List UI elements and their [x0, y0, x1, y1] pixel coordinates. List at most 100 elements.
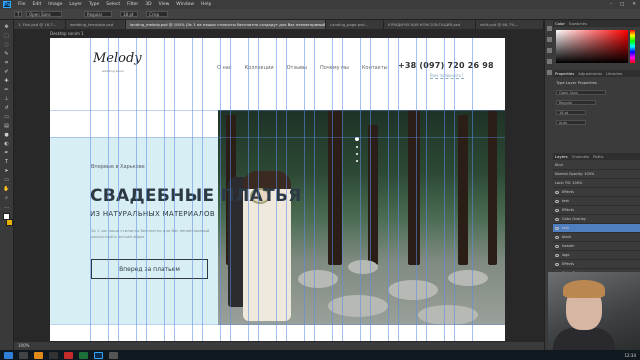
more-tools-icon[interactable]: …: [3, 204, 10, 210]
tab-document-2[interactable]: wedding_template.psd: [66, 20, 126, 29]
close-button[interactable]: ✕: [632, 2, 636, 7]
blur-tool-icon[interactable]: ●: [3, 132, 10, 138]
menu-window[interactable]: Window: [176, 2, 194, 7]
info-panel-icon[interactable]: [546, 70, 552, 75]
tab-swatches[interactable]: Swatches: [569, 20, 587, 27]
visibility-eye-icon[interactable]: [555, 199, 559, 203]
character-panel-icon[interactable]: [546, 37, 552, 42]
taskbar-app-icon[interactable]: [34, 351, 43, 359]
tab-document-6[interactable]: shift.psd @ 66,7%...: [476, 20, 544, 29]
history-brush-icon[interactable]: ↺: [3, 105, 10, 111]
menu-view[interactable]: View: [159, 2, 170, 7]
menu-filter[interactable]: Filter: [127, 2, 138, 7]
dodge-tool-icon[interactable]: ◐: [3, 141, 10, 147]
shape-tool-icon[interactable]: ▭: [3, 177, 10, 183]
tab-channels[interactable]: Channels: [572, 153, 590, 160]
color-picker-field[interactable]: [556, 30, 628, 63]
prop-font-family[interactable]: Open Sans: [556, 90, 606, 95]
quick-select-tool-icon[interactable]: ✎: [3, 51, 10, 57]
menu-select[interactable]: Select: [106, 2, 120, 7]
layer-row-selected[interactable]: text: [553, 224, 640, 233]
visibility-eye-icon[interactable]: [555, 244, 559, 248]
crop-tool-icon[interactable]: ⌗: [3, 60, 10, 66]
font-size-select[interactable]: 18 pt: [120, 11, 138, 17]
background-color-swatch[interactable]: [5, 219, 13, 226]
taskbar-app-icon[interactable]: [109, 351, 118, 359]
layer-filter-row[interactable]: Kind: [553, 161, 640, 170]
brush-panel-icon[interactable]: [546, 59, 552, 64]
hue-slider[interactable]: [630, 30, 635, 63]
artboard-label[interactable]: Desktop sonim 1: [50, 31, 84, 36]
stamp-tool-icon[interactable]: ⊥: [3, 96, 10, 102]
tab-libraries[interactable]: Libraries: [606, 70, 622, 77]
layer-blend-row[interactable]: Normal Opacity: 100%: [553, 170, 640, 179]
taskbar-app-icon[interactable]: [19, 351, 28, 359]
layer-row[interactable]: Effects: [553, 260, 640, 269]
slider-dot[interactable]: [356, 160, 358, 162]
tab-properties[interactable]: Properties: [555, 70, 574, 77]
minimize-button[interactable]: –: [610, 2, 612, 7]
type-tool-icon[interactable]: T: [3, 159, 10, 165]
tab-paths[interactable]: Paths: [593, 153, 603, 160]
tab-layers[interactable]: Layers: [555, 153, 568, 160]
history-panel-icon[interactable]: [546, 26, 552, 31]
prop-font-style[interactable]: Regular: [556, 100, 596, 105]
taskbar-app-icon[interactable]: [64, 351, 73, 359]
start-menu-icon[interactable]: [4, 351, 13, 359]
anti-alias-select[interactable]: Crisp: [146, 11, 168, 17]
visibility-eye-icon[interactable]: [555, 208, 559, 212]
gradient-tool-icon[interactable]: ▤: [3, 123, 10, 129]
visibility-eye-icon[interactable]: [555, 226, 559, 230]
maximize-button[interactable]: □: [620, 2, 624, 7]
taskbar-app-icon[interactable]: [79, 351, 88, 359]
nav-item-contacts[interactable]: Контакты: [362, 65, 388, 71]
prop-leading[interactable]: Auto: [556, 120, 586, 125]
zoom-level[interactable]: 100%: [18, 343, 29, 348]
tab-document-5[interactable]: ЮРИДИЧЕСКАЯ КОНСУЛЬТАЦИЯ.psd: [384, 20, 476, 29]
paragraph-panel-icon[interactable]: [546, 48, 552, 53]
tab-adjustments[interactable]: Adjustments: [578, 70, 602, 77]
tab-document-4[interactable]: Landing_page.psd...: [326, 20, 384, 29]
visibility-eye-icon[interactable]: [555, 253, 559, 257]
layer-row[interactable]: Effects: [553, 188, 640, 197]
path-select-icon[interactable]: ➤: [3, 168, 10, 174]
brush-tool-icon[interactable]: ✏: [3, 87, 10, 93]
menu-layer[interactable]: Layer: [69, 2, 82, 7]
marquee-tool-icon[interactable]: ⬚: [3, 33, 10, 39]
tab-color[interactable]: Color: [555, 20, 565, 27]
artboard[interactable]: Melody wedding salon О нас Коллекции Отз…: [50, 38, 505, 341]
callback-link[interactable]: Вам позвонить?: [430, 73, 464, 79]
type-tool-icon[interactable]: T: [14, 11, 22, 17]
taskbar-photoshop-icon[interactable]: [94, 351, 103, 359]
layer-row[interactable]: Effects: [553, 206, 640, 215]
zoom-tool-icon[interactable]: ⌕: [3, 195, 10, 201]
layer-row[interactable]: logo: [553, 251, 640, 260]
menu-help[interactable]: Help: [201, 2, 211, 7]
visibility-eye-icon[interactable]: [555, 262, 559, 266]
pen-tool-icon[interactable]: ✒: [3, 150, 10, 156]
visibility-eye-icon[interactable]: [555, 217, 559, 221]
menu-type[interactable]: Type: [89, 2, 99, 7]
prop-font-size[interactable]: 18 pt: [556, 110, 586, 115]
layer-row[interactable]: block: [553, 233, 640, 242]
menu-image[interactable]: Image: [48, 2, 62, 7]
menu-edit[interactable]: Edit: [33, 2, 42, 7]
move-tool-icon[interactable]: ✥: [3, 24, 10, 30]
slider-dot[interactable]: [356, 146, 358, 148]
layer-row[interactable]: text: [553, 197, 640, 206]
layer-row[interactable]: header: [553, 242, 640, 251]
tab-document-1[interactable]: 1. Fish.psd @ 16,7...: [14, 20, 66, 29]
layer-row[interactable]: Color Overlay: [553, 215, 640, 224]
healing-tool-icon[interactable]: ✚: [3, 78, 10, 84]
menu-3d[interactable]: 3D: [145, 2, 151, 7]
slider-dot[interactable]: [356, 153, 358, 155]
menu-file[interactable]: File: [18, 2, 26, 7]
lasso-tool-icon[interactable]: ◌: [3, 42, 10, 48]
hand-tool-icon[interactable]: ✋: [3, 186, 10, 192]
font-family-select[interactable]: Open Sans: [26, 11, 62, 17]
eyedropper-tool-icon[interactable]: ✐: [3, 69, 10, 75]
nav-item-why-us[interactable]: Почему мы: [320, 65, 349, 71]
visibility-eye-icon[interactable]: [555, 190, 559, 194]
visibility-eye-icon[interactable]: [555, 235, 559, 239]
tab-document-active[interactable]: landing_melody.psd @ 100% (Эс 1 на наших…: [126, 20, 326, 29]
